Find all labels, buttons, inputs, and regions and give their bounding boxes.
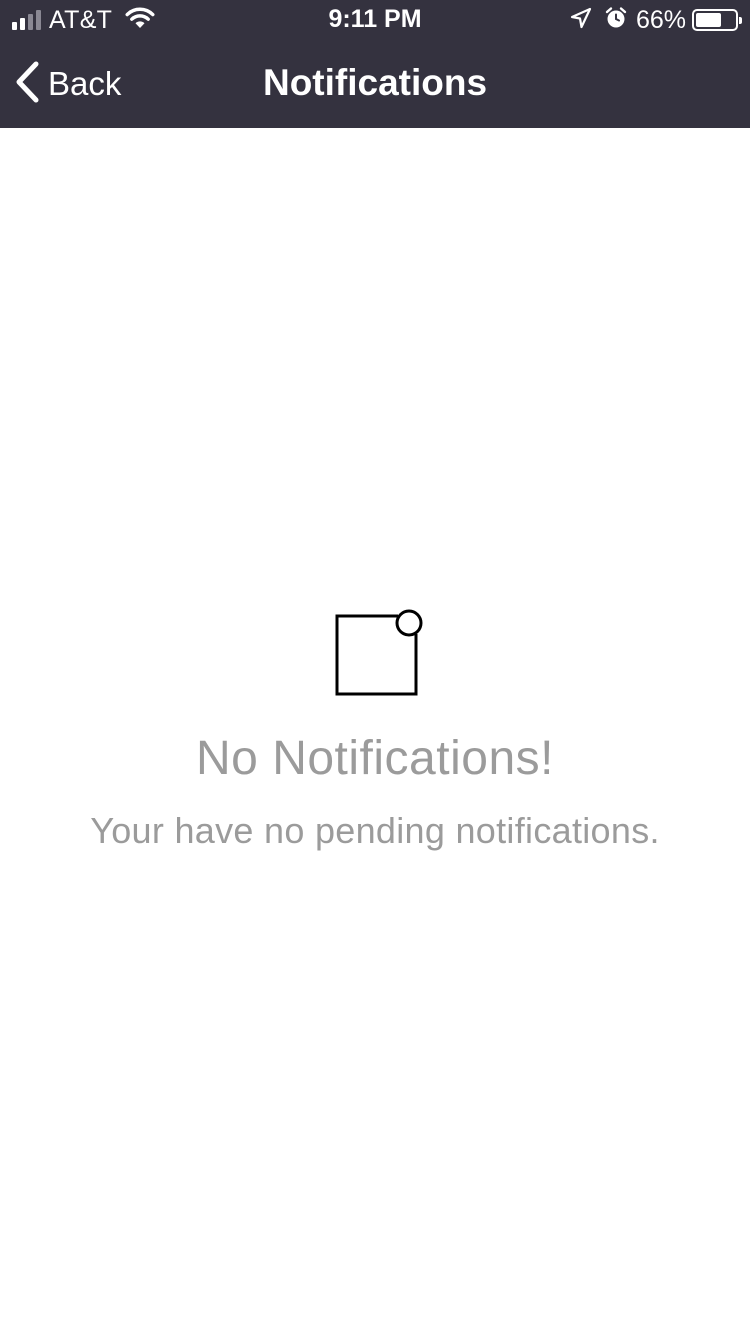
alarm-icon [604,6,628,35]
page-title: Notifications [262,62,488,103]
battery-percent: 66% [635,5,686,34]
empty-state-title: No Notifications! [196,732,554,785]
status-right: 66% [570,5,742,35]
empty-state: No Notifications! Your have no pending n… [0,606,750,852]
notification-badge-icon [0,606,750,703]
location-arrow-icon [570,7,592,34]
battery-icon [692,9,742,31]
status-bar: AT&T 9:11 PM 66% [0,0,750,40]
navigation-bar: Back Notifications [0,40,750,128]
top-bar: AT&T 9:11 PM 66% Back Notifications [0,0,750,128]
empty-state-subtitle: Your have no pending notifications. [90,810,660,851]
